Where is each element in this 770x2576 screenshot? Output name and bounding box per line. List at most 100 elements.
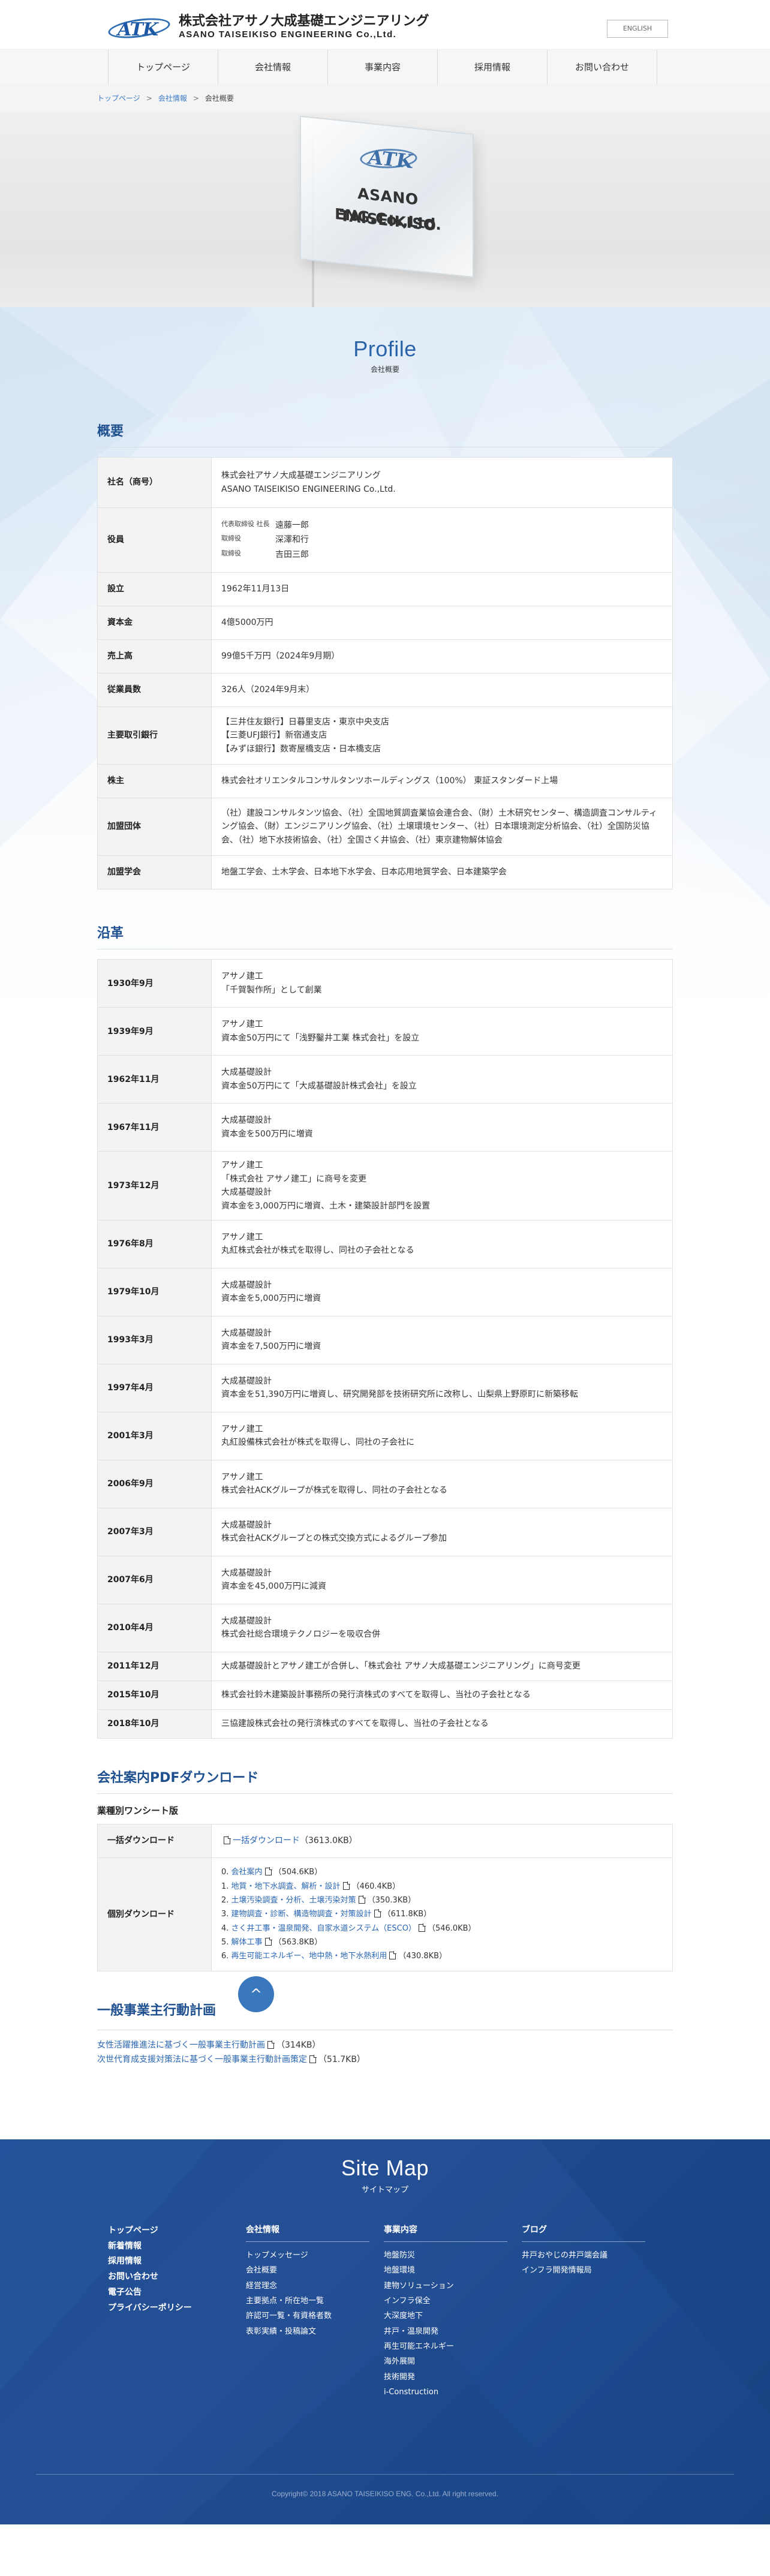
history-title: 沿革	[97, 923, 673, 950]
table-row: 2007年3月 大成基礎設計 株式会社ACKグループとの株式交換方式によるグループ参…	[97, 1507, 673, 1556]
site-footer: Site Map サイトマップ トップページ 新着情報 採用情報 お問い合わせ 電子公告…	[0, 2139, 770, 2524]
pdf-download-link[interactable]: 土壌汚染調査・分析、土壌汚染対策	[231, 1896, 356, 1905]
pdf-file-icon	[358, 1895, 366, 1904]
history-line: アサノ建工	[221, 1472, 263, 1483]
row-value: 代表取締役 社長 遠藤一郎 取締役 深澤和行 取締役 吉田三郎	[211, 507, 673, 573]
sitemap-link[interactable]: i-Construction	[384, 2385, 507, 2400]
nav-item-label: トップページ	[136, 62, 190, 73]
sitemap-link[interactable]: 表彰実績・投稿論文	[246, 2324, 369, 2339]
sitemap-link[interactable]: 技術開発	[384, 2370, 507, 2385]
sitemap-col-company: 会社情報 トップメッセージ 会社概要 経営理念 主要拠点・所在地一覧 許認可一覧・有資格…	[246, 2223, 384, 2400]
officer: 取締役 吉田三郎	[221, 548, 663, 563]
table-row: 1939年9月 アサノ建工 資本金50万円にて「浅野鑿井工業 株式会社」を設立	[97, 1007, 673, 1056]
sitemap-link[interactable]: 会社概要	[246, 2263, 369, 2278]
row-value: 99億5千万円（2024年9月期）	[211, 639, 673, 674]
history-table: 1930年9月 アサノ建工 「千賀製作所」として創業 1939年9月 アサノ建工 資本金5…	[97, 959, 673, 1739]
history-date: 1962年11月	[97, 1055, 212, 1104]
history-line: アサノ建工	[221, 972, 263, 982]
bank-line: 【三菱UFJ銀行】新宿通支店	[221, 731, 327, 741]
action-plan-link-nextgen[interactable]: 次世代育成支援対策法に基づく一般事業主行動計画策定	[97, 2055, 307, 2064]
pdf-download-link[interactable]: 建物調査・診断、構造物調査・対策設計	[231, 1910, 372, 1919]
breadcrumb-company-link[interactable]: 会社情報	[158, 94, 187, 103]
sitemap-link[interactable]: トップページ	[108, 2223, 231, 2239]
history-line: 株式会社総合環境テクノロジーを吸収合併	[221, 1630, 381, 1640]
sitemap-link[interactable]: 主要拠点・所在地一覧	[246, 2294, 369, 2309]
nav-item-company[interactable]: 会社情報	[218, 50, 327, 85]
page-title-en: Profile	[353, 336, 417, 361]
table-row: 一括ダウンロード 一括ダウンロード（3613.0KB）	[97, 1824, 673, 1859]
pdf-download-link[interactable]: 再生可能エネルギー、地中熱・地下水熱利用	[231, 1952, 387, 1961]
history-date: 1979年10月	[97, 1267, 212, 1316]
scroll-to-top-button[interactable]: ^	[238, 1976, 274, 2012]
hero-sign-logo: ATK	[359, 140, 419, 177]
sitemap-link[interactable]: 井戸・温泉開発	[384, 2324, 507, 2339]
english-button[interactable]: ENGLISH	[607, 20, 668, 38]
sitemap-columns: トップページ 新着情報 採用情報 お問い合わせ 電子公告 プライバシーポリシー 会社情報 …	[108, 2223, 660, 2400]
history-line: アサノ建工	[221, 1233, 263, 1243]
sitemap-link[interactable]: 採用情報	[108, 2254, 231, 2270]
table-row: 加盟学会 地盤工学会、土木学会、日本地下水学会、日本応用地質学会、日本建築学会	[97, 855, 673, 890]
sitemap-col-heading[interactable]: 会社情報	[246, 2223, 369, 2243]
history-description: アサノ建工 「株式会社 アサノ建工」に商号を変更 大成基礎設計 資本金を3,000万円…	[211, 1151, 673, 1221]
nav-item-top[interactable]: トップページ	[108, 50, 218, 85]
hero-image: ATK ASANO TAISEIKISO ENG.Co.,Ltd.	[0, 113, 770, 307]
sitemap-link[interactable]: インフラ開発情報局	[522, 2263, 645, 2278]
sitemap-link[interactable]: 経営理念	[246, 2279, 369, 2294]
list-item: 5. 解体工事 （563.8KB）	[221, 1935, 663, 1949]
global-nav-list: トップページ 会社情報 事業内容 採用情報 お問い合わせ	[108, 50, 657, 85]
pdf-file-icon	[224, 1836, 231, 1845]
pdf-download-link[interactable]: 地質・地下水調査、解析・設計	[231, 1882, 341, 1891]
history-date: 1939年9月	[97, 1007, 212, 1056]
history-line: 資本金を5,000万円に増資	[221, 1294, 321, 1304]
history-line: 大成基礎設計	[221, 1616, 272, 1627]
sitemap-link[interactable]: インフラ保全	[384, 2294, 507, 2309]
table-row: 1976年8月 アサノ建工 丸紅株式会社が株式を取得し、同社の子会社となる	[97, 1219, 673, 1269]
sitemap-link[interactable]: プライバシーポリシー	[108, 2301, 231, 2316]
sitemap-link[interactable]: トップメッセージ	[246, 2248, 369, 2263]
row-label: 設立	[97, 572, 212, 607]
file-size: （611.8KB）	[383, 1910, 432, 1919]
sitemap-link[interactable]: 電子公告	[108, 2285, 231, 2301]
sitemap-link[interactable]: 海外展開	[384, 2354, 507, 2369]
row-label: 主要取引銀行	[97, 707, 212, 765]
history-line: アサノ建工	[221, 1424, 263, 1435]
file-size: （460.4KB）	[351, 1881, 401, 1891]
sitemap-link[interactable]: 井戸おやじの井戸端会議	[522, 2248, 645, 2263]
sitemap-link[interactable]: 地盤環境	[384, 2263, 507, 2278]
history-date: 2007年3月	[97, 1507, 212, 1556]
row-value: （社）建設コンサルタンツ協会、（社）全国地質調査業協会連合会、（財）土木研究セン…	[211, 798, 673, 856]
sitemap-col-heading[interactable]: ブログ	[522, 2223, 645, 2243]
pdf-download-link[interactable]: さく井工事・温泉開発、自家水道システム（ESCO）	[231, 1924, 416, 1933]
history-description: アサノ建工 丸紅株式会社が株式を取得し、同社の子会社となる	[211, 1219, 673, 1269]
sitemap-col-heading[interactable]: 事業内容	[384, 2223, 507, 2243]
action-plan-link-women[interactable]: 女性活躍推進法に基づく一般事業主行動計画	[97, 2040, 265, 2050]
sitemap-link[interactable]: 再生可能エネルギー	[384, 2339, 507, 2354]
history-date: 1973年12月	[97, 1151, 212, 1221]
sitemap-link[interactable]: 大深度地下	[384, 2309, 507, 2323]
pdf-download-link[interactable]: 解体工事	[231, 1938, 263, 1947]
bulk-download-link[interactable]: 一括ダウンロード	[233, 1836, 300, 1845]
nav-item-recruit[interactable]: 採用情報	[437, 50, 547, 85]
nav-item-contact[interactable]: お問い合わせ	[547, 50, 657, 85]
row-value: 一括ダウンロード（3613.0KB）	[211, 1824, 673, 1859]
row-value: 株式会社アサノ大成基礎エンジニアリング ASANO TAISEIKISO ENG…	[211, 457, 673, 509]
sitemap-link[interactable]: 新着情報	[108, 2239, 231, 2255]
table-row: 2006年9月 アサノ建工 株式会社ACKグループが株式を取得し、同社の子会社となる	[97, 1459, 673, 1508]
sitemap-link[interactable]: 許認可一覧・有資格者数	[246, 2309, 369, 2323]
nav-item-business[interactable]: 事業内容	[327, 50, 437, 85]
row-label: 役員	[97, 507, 212, 573]
history-description: 大成基礎設計とアサノ建工が合併し、「株式会社 アサノ大成基礎エンジニアリング」に…	[211, 1651, 673, 1681]
sitemap-link[interactable]: お問い合わせ	[108, 2270, 231, 2285]
table-row: 1973年12月 アサノ建工 「株式会社 アサノ建工」に商号を変更 大成基礎設計 資本金…	[97, 1151, 673, 1221]
hero-sign-letters: ATK	[368, 145, 413, 173]
sitemap-link[interactable]: 建物ソリューション	[384, 2279, 507, 2294]
history-line: 大成基礎設計	[221, 1116, 272, 1126]
breadcrumb-home-link[interactable]: トップページ	[97, 94, 140, 103]
site-logo[interactable]: ATK 株式会社アサノ大成基礎エンジニアリング ASANO TAISEIKISO…	[107, 13, 429, 42]
table-row: 2007年6月 大成基礎設計 資本金を45,000万円に減資	[97, 1555, 673, 1604]
history-line: 資本金を51,390万円に増資し、研究開発部を技術研究所に改称し、山梨県上野原町…	[221, 1390, 578, 1400]
history-description: アサノ建工 丸紅設備株式会社が株式を取得し、同社の子会社に	[211, 1411, 673, 1460]
history-line: 資本金を45,000万円に減資	[221, 1582, 326, 1592]
pdf-download-link[interactable]: 会社案内	[231, 1868, 263, 1877]
sitemap-link[interactable]: 地盤防災	[384, 2248, 507, 2263]
